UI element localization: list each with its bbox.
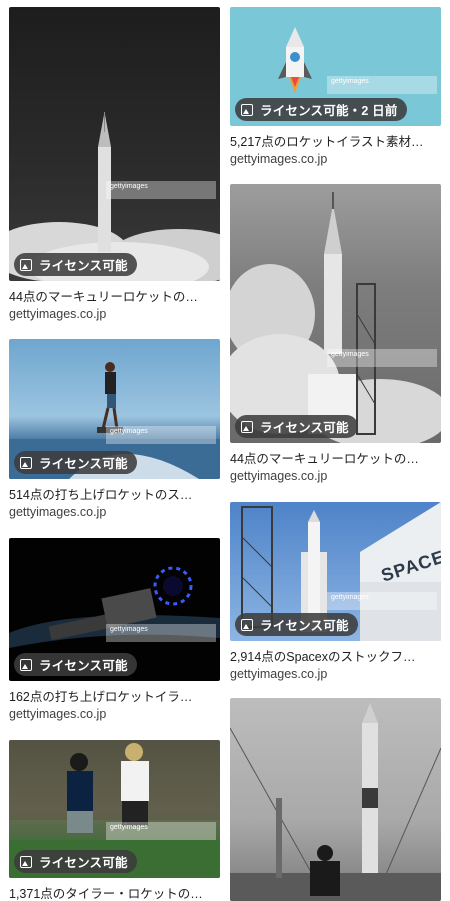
license-badge: ライセンス可能: [235, 415, 358, 438]
result-card[interactable]: gettyimages ライセンス可能 514点の打ち上げロケットのス… get…: [9, 339, 220, 520]
license-badge: ライセンス可能: [14, 653, 137, 676]
badge-label: ライセンス可能: [39, 659, 128, 673]
result-card[interactable]: gettyimages ライセンス可能 1,371点のタイラー・ロケットの…: [9, 740, 220, 901]
result-title[interactable]: 514点の打ち上げロケットのス…: [9, 488, 220, 503]
result-thumbnail[interactable]: [230, 698, 441, 901]
result-card[interactable]: gettyimages ライセンス可能 44点のマーキュリーロケットの… get…: [9, 7, 220, 322]
result-thumbnail[interactable]: gettyimages ライセンス可能・2 日前: [230, 7, 441, 126]
vintage-rocket-photo: [230, 703, 441, 901]
result-source[interactable]: gettyimages.co.jp: [9, 505, 220, 520]
result-title[interactable]: 162点の打ち上げロケットイラ…: [9, 690, 220, 705]
result-source[interactable]: gettyimages.co.jp: [230, 469, 441, 484]
image-icon: [20, 855, 32, 868]
watermark: gettyimages: [106, 426, 216, 444]
result-card[interactable]: [230, 698, 441, 901]
result-thumbnail[interactable]: gettyimages ライセンス可能: [9, 339, 220, 479]
result-thumbnail[interactable]: gettyimages ライセンス可能: [230, 184, 441, 443]
result-card[interactable]: gettyimages ライセンス可能 44点のマーキュリーロケットの… get…: [230, 184, 441, 484]
result-source[interactable]: gettyimages.co.jp: [230, 667, 441, 682]
watermark: gettyimages: [106, 181, 216, 199]
image-icon: [20, 658, 32, 671]
image-icon: [20, 456, 32, 469]
result-title[interactable]: 5,217点のロケットイラスト素材…: [230, 135, 441, 150]
result-thumbnail[interactable]: gettyimages ライセンス可能: [9, 538, 220, 681]
badge-label: ライセンス可能: [260, 619, 349, 633]
watermark: gettyimages: [327, 592, 437, 610]
license-badge: ライセンス可能: [14, 253, 137, 276]
watermark: gettyimages: [327, 349, 437, 367]
result-card[interactable]: gettyimages ライセンス可能 162点の打ち上げロケットイラ… get…: [9, 538, 220, 722]
result-thumbnail[interactable]: gettyimages ライセンス可能: [9, 740, 220, 878]
license-badge: ライセンス可能: [14, 850, 137, 873]
badge-label: ライセンス可能: [39, 856, 128, 870]
result-source[interactable]: gettyimages.co.jp: [9, 707, 220, 722]
rocket-photo: [9, 112, 220, 281]
image-icon: [241, 420, 253, 433]
result-title[interactable]: 2,914点のSpacexのストックフ…: [230, 650, 441, 665]
result-card[interactable]: gettyimages ライセンス可能・2 日前 5,217点のロケットイラスト…: [230, 7, 441, 167]
watermark: gettyimages: [106, 624, 216, 642]
result-source[interactable]: gettyimages.co.jp: [9, 307, 220, 322]
result-title[interactable]: 1,371点のタイラー・ロケットの…: [9, 887, 220, 901]
result-title[interactable]: 44点のマーキュリーロケットの…: [230, 452, 441, 467]
image-icon: [241, 103, 253, 116]
rocket-launch-photo: [230, 192, 441, 443]
badge-label: ライセンス可能: [39, 259, 128, 273]
result-thumbnail[interactable]: gettyimages ライセンス可能: [9, 7, 220, 281]
result-thumbnail[interactable]: SPACEX gettyimages ライセンス可能: [230, 502, 441, 641]
result-title[interactable]: 44点のマーキュリーロケットの…: [9, 290, 220, 305]
watermark: gettyimages: [327, 76, 437, 94]
image-icon: [241, 618, 253, 631]
watermark: gettyimages: [106, 822, 216, 840]
badge-label: ライセンス可能・2 日前: [260, 104, 398, 118]
license-badge: ライセンス可能: [14, 451, 137, 474]
result-source[interactable]: gettyimages.co.jp: [230, 152, 441, 167]
result-card[interactable]: SPACEX gettyimages ライセンス可能 2,914点のSpacex…: [230, 502, 441, 682]
image-icon: [20, 258, 32, 271]
badge-label: ライセンス可能: [260, 421, 349, 435]
license-badge: ライセンス可能: [235, 613, 358, 636]
badge-label: ライセンス可能: [39, 457, 128, 471]
license-badge: ライセンス可能・2 日前: [235, 98, 407, 121]
